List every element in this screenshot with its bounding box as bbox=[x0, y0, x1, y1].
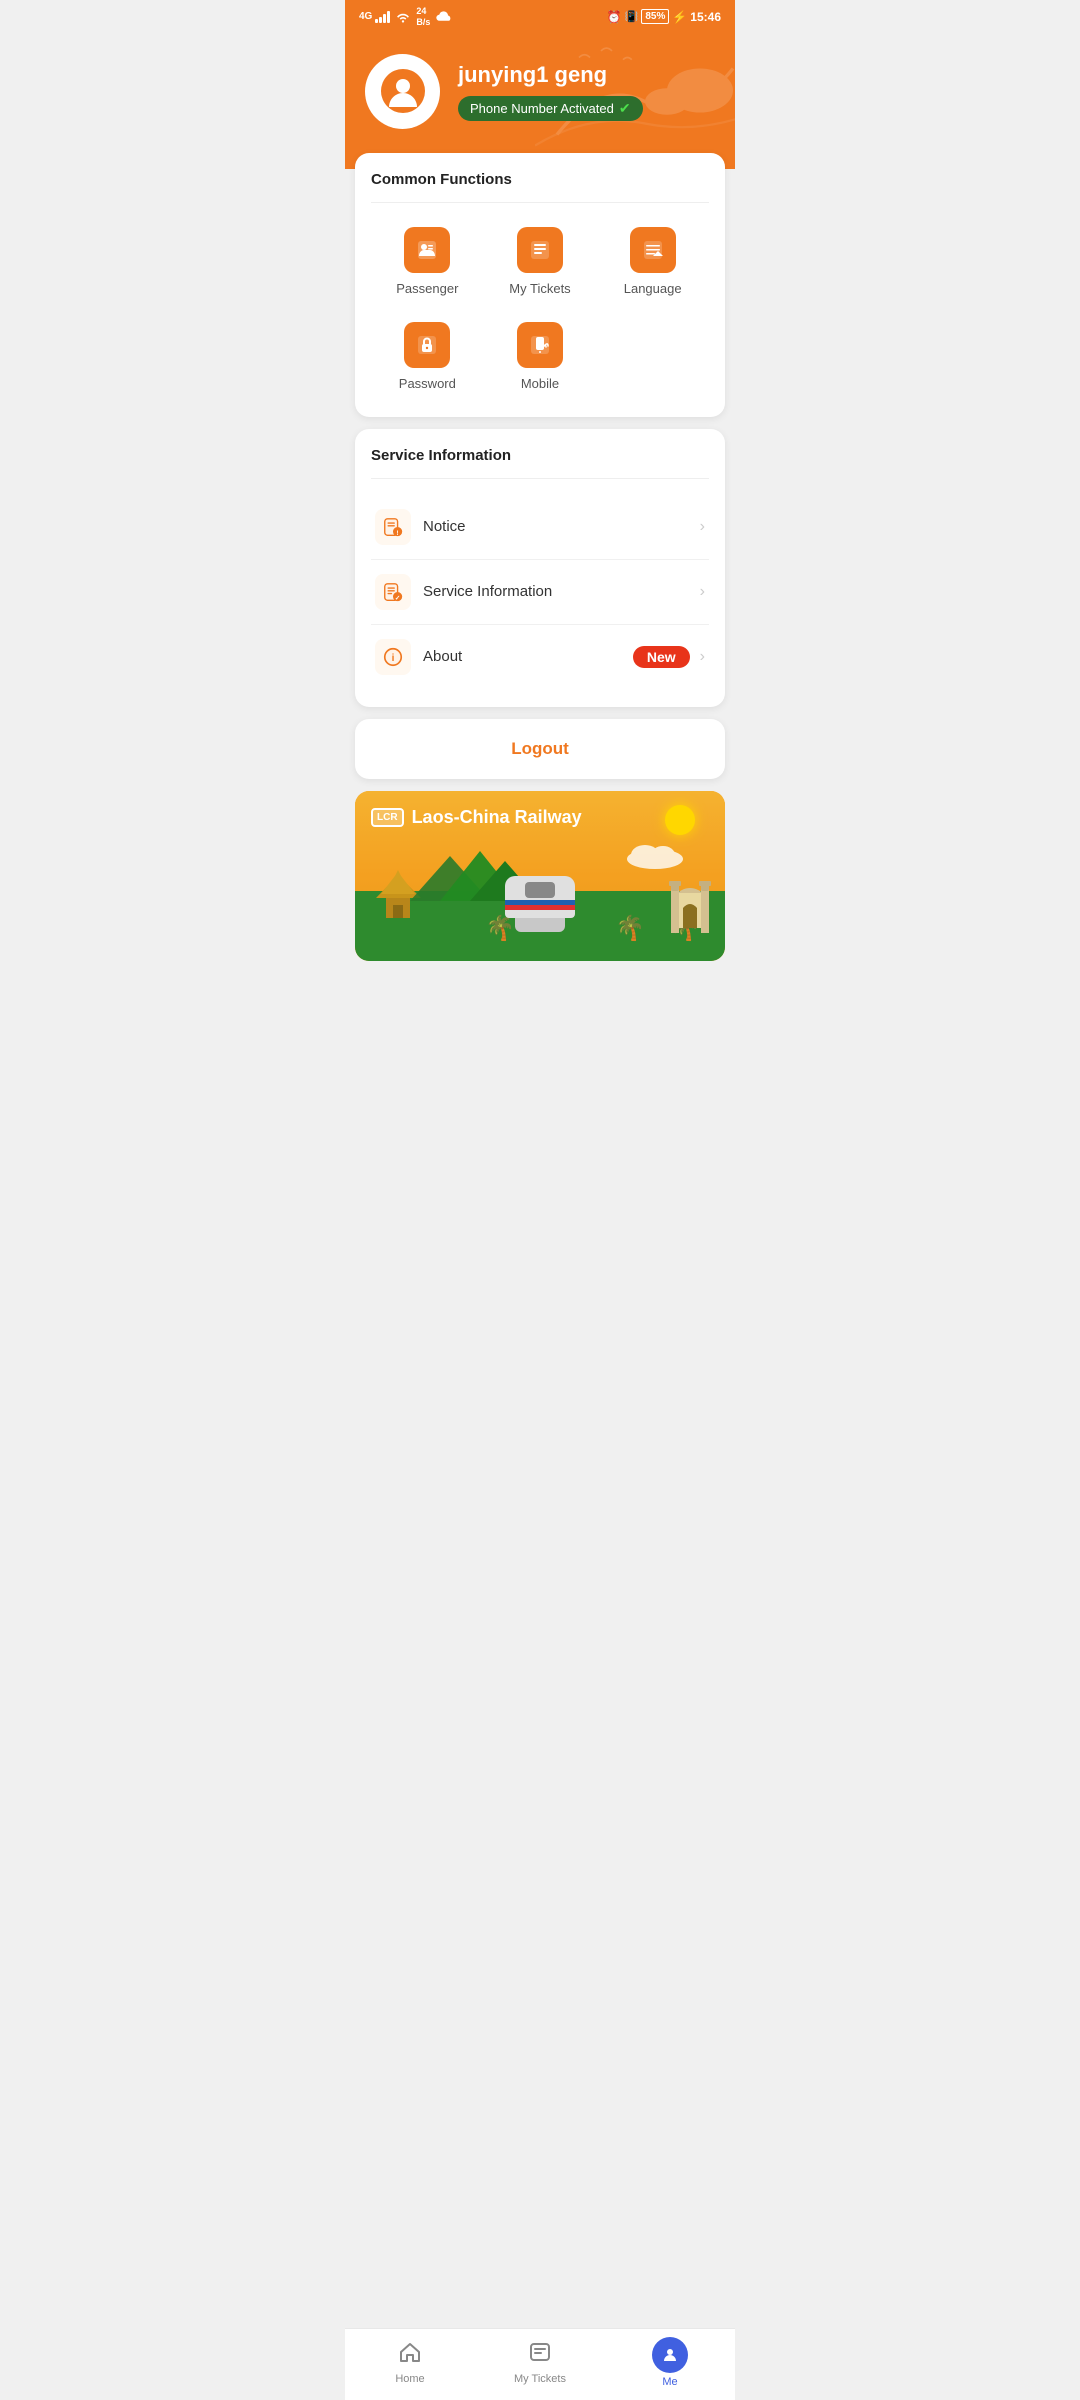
banner-building-svg bbox=[669, 878, 711, 933]
passenger-label: Passenger bbox=[396, 281, 458, 296]
nav-me-label: Me bbox=[662, 2376, 677, 2388]
about-svg: i bbox=[382, 646, 404, 668]
phone-badge-text: Phone Number Activated bbox=[470, 101, 614, 116]
banner-sun bbox=[665, 805, 695, 835]
service-item-about[interactable]: i About New › bbox=[371, 625, 709, 689]
about-chevron: › bbox=[700, 648, 705, 666]
language-svg bbox=[641, 238, 665, 262]
train-window bbox=[525, 882, 555, 898]
home-icon bbox=[398, 2340, 422, 2370]
bottom-nav: Home My Tickets Me bbox=[345, 2328, 735, 2400]
passenger-svg bbox=[415, 238, 439, 262]
banner-cloud bbox=[625, 841, 685, 869]
service-info-card: Service Information ! Notice › ✓ bbox=[355, 429, 725, 707]
svg-text:i: i bbox=[392, 653, 395, 664]
mobile-icon bbox=[517, 322, 563, 368]
nav-item-me[interactable]: Me bbox=[605, 2337, 735, 2388]
svg-text:!: ! bbox=[397, 529, 399, 536]
password-label: Password bbox=[399, 376, 456, 391]
language-icon bbox=[630, 227, 676, 273]
functions-grid: Passenger My Tickets bbox=[371, 219, 709, 399]
nav-item-home[interactable]: Home bbox=[345, 2340, 475, 2385]
nav-item-my-tickets[interactable]: My Tickets bbox=[475, 2340, 605, 2385]
password-svg bbox=[415, 333, 439, 357]
function-password[interactable]: Password bbox=[371, 314, 484, 399]
mobile-label: Mobile bbox=[521, 376, 559, 391]
function-my-tickets[interactable]: My Tickets bbox=[484, 219, 597, 304]
banner-title-area: LCR Laos-China Railway bbox=[371, 807, 582, 828]
function-passenger[interactable]: Passenger bbox=[371, 219, 484, 304]
status-bar: 4G 24B/s ⏰ 📳 85% ⚡ 15:46 bbox=[345, 0, 735, 34]
network-label: 4G bbox=[359, 11, 372, 22]
function-mobile[interactable]: Mobile bbox=[484, 314, 597, 399]
cloud-icon bbox=[435, 10, 453, 24]
charging-icon: ⚡ bbox=[672, 10, 687, 24]
my-tickets-label: My Tickets bbox=[509, 281, 570, 296]
user-silhouette-icon bbox=[385, 73, 421, 109]
banner-train bbox=[505, 876, 575, 931]
train-body bbox=[505, 876, 575, 918]
status-right: ⏰ 📳 85% ⚡ 15:46 bbox=[607, 9, 721, 24]
about-label: About bbox=[423, 648, 633, 665]
about-new-badge: New bbox=[633, 646, 690, 668]
service-info-title: Service Information bbox=[371, 447, 709, 464]
service-info-chevron: › bbox=[700, 583, 705, 601]
service-info-icon: ✓ bbox=[375, 574, 411, 610]
nav-tickets-label: My Tickets bbox=[514, 2373, 566, 2385]
tickets-svg bbox=[528, 238, 552, 262]
profile-header: junying1 geng Phone Number Activated ✔ bbox=[345, 34, 735, 169]
nav-home-label: Home bbox=[395, 2373, 424, 2385]
palm-tree-right: 🌴 bbox=[615, 917, 645, 933]
battery-level: 85 bbox=[645, 11, 656, 22]
signal-icon bbox=[375, 11, 390, 23]
check-icon: ✔ bbox=[619, 100, 631, 117]
profile-info: junying1 geng Phone Number Activated ✔ bbox=[458, 62, 643, 121]
banner-title-text: Laos-China Railway bbox=[412, 807, 582, 828]
alarm-icon: ⏰ bbox=[607, 10, 622, 24]
notice-label: Notice bbox=[423, 518, 696, 535]
status-left: 4G 24B/s bbox=[359, 6, 453, 28]
notice-icon: ! bbox=[375, 509, 411, 545]
passenger-icon bbox=[404, 227, 450, 273]
password-icon bbox=[404, 322, 450, 368]
nav-tickets-svg bbox=[528, 2340, 552, 2364]
train-nose bbox=[515, 918, 565, 932]
service-info-svg: ✓ bbox=[382, 581, 404, 603]
time-display: 15:46 bbox=[690, 10, 721, 24]
common-functions-card: Common Functions Passenger bbox=[355, 153, 725, 417]
section-divider bbox=[371, 202, 709, 203]
banner-sky: LCR Laos-China Railway bbox=[355, 791, 725, 961]
vibrate-icon: 📳 bbox=[625, 10, 639, 23]
train-stripe-red bbox=[505, 905, 575, 910]
home-svg bbox=[398, 2340, 422, 2364]
logout-button[interactable]: Logout bbox=[355, 719, 725, 779]
function-language[interactable]: Language bbox=[596, 219, 709, 304]
battery-icon: 85% bbox=[641, 9, 669, 24]
lcr-logo: LCR bbox=[371, 808, 404, 827]
about-icon: i bbox=[375, 639, 411, 675]
profile-username: junying1 geng bbox=[458, 62, 643, 88]
nav-tickets-icon bbox=[528, 2340, 552, 2370]
service-item-service-info[interactable]: ✓ Service Information › bbox=[371, 560, 709, 625]
wifi-icon bbox=[395, 11, 411, 23]
logout-card: Logout bbox=[355, 719, 725, 779]
me-svg bbox=[661, 2346, 679, 2364]
notice-svg: ! bbox=[382, 516, 404, 538]
phone-badge: Phone Number Activated ✔ bbox=[458, 96, 643, 121]
me-icon bbox=[652, 2337, 688, 2373]
lcr-banner[interactable]: LCR Laos-China Railway bbox=[355, 791, 725, 961]
service-item-notice[interactable]: ! Notice › bbox=[371, 495, 709, 560]
avatar-inner bbox=[381, 69, 425, 113]
svg-text:✓: ✓ bbox=[395, 594, 400, 601]
common-functions-title: Common Functions bbox=[371, 171, 709, 188]
avatar[interactable] bbox=[365, 54, 440, 129]
language-label: Language bbox=[624, 281, 682, 296]
service-divider bbox=[371, 478, 709, 479]
my-tickets-icon bbox=[517, 227, 563, 273]
service-info-label: Service Information bbox=[423, 583, 696, 600]
data-speed: 24B/s bbox=[416, 6, 430, 28]
notice-chevron: › bbox=[700, 518, 705, 536]
mobile-svg bbox=[528, 333, 552, 357]
